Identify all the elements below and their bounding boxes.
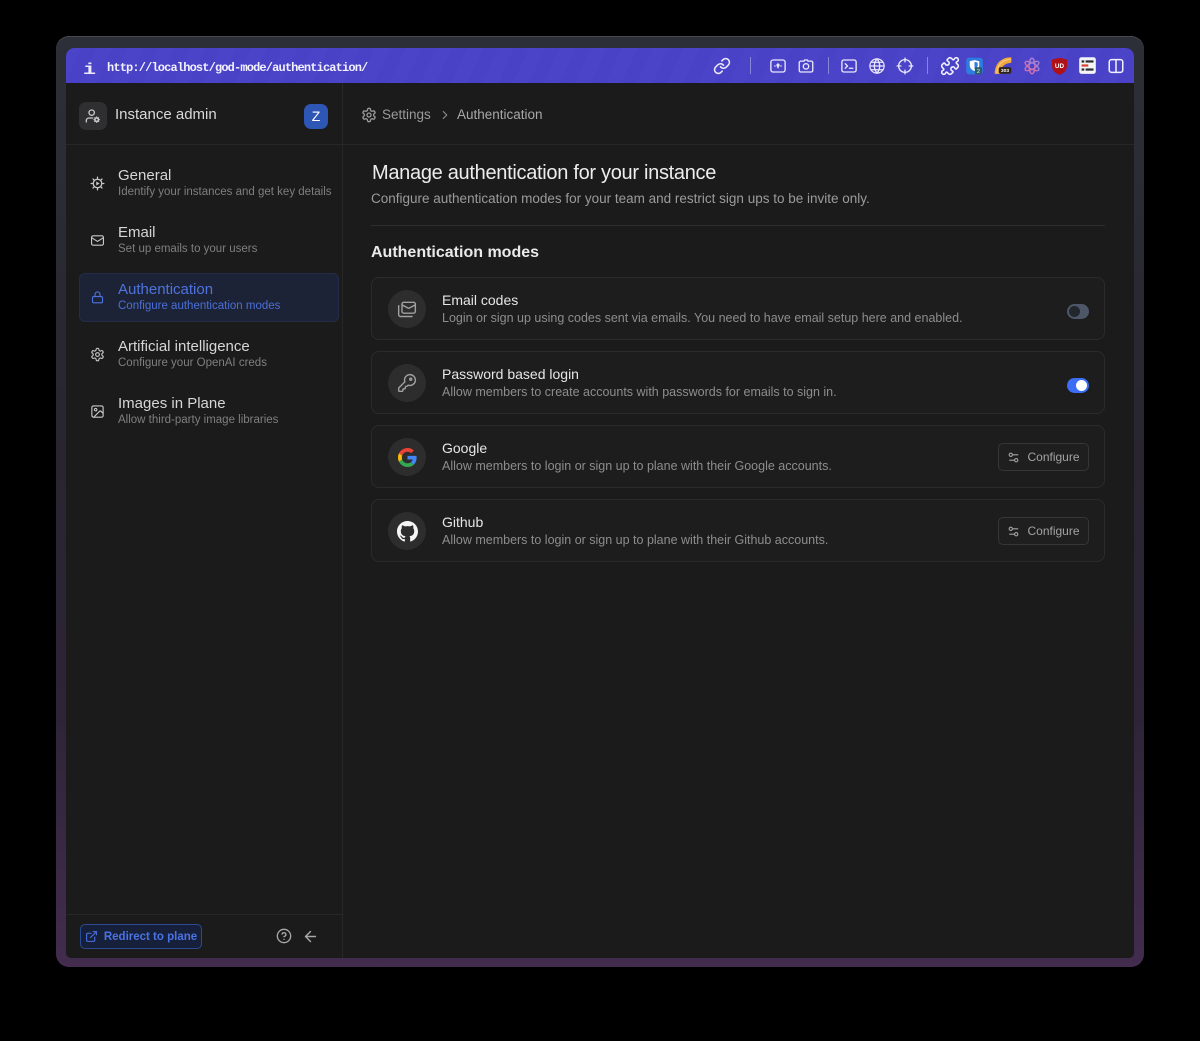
svg-text:2: 2 [977, 68, 980, 74]
svg-text:303: 303 [1001, 68, 1009, 74]
svg-text:UD: UD [1055, 63, 1065, 70]
